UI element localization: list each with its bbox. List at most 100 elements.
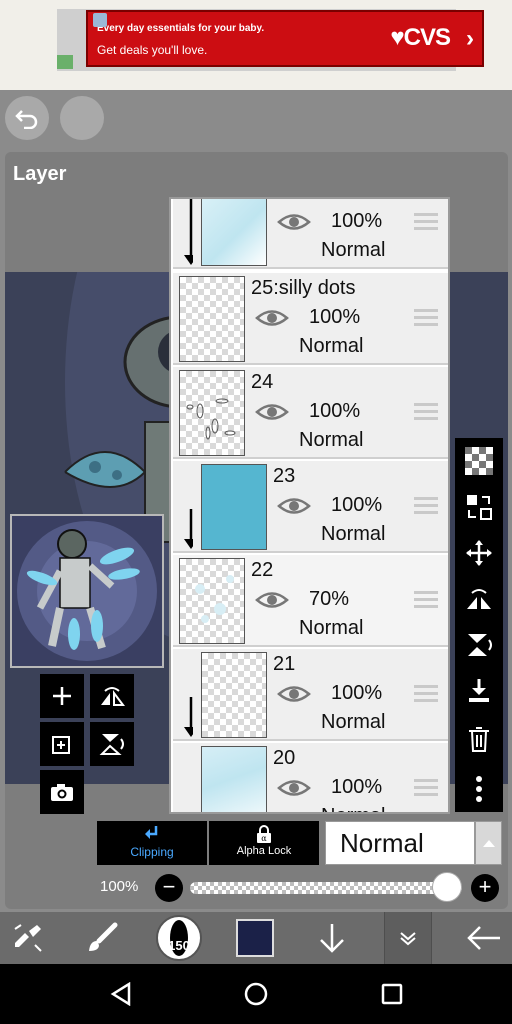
- layer-name: 22: [251, 559, 274, 581]
- nav-home-button[interactable]: [241, 979, 271, 1009]
- alpha-lock-label: Alpha Lock: [236, 845, 292, 857]
- eye-icon[interactable]: [277, 771, 311, 805]
- eye-icon[interactable]: [277, 677, 311, 711]
- layer-blend-mode: Normal: [321, 239, 386, 261]
- ad-arrow-icon: ›: [466, 25, 474, 52]
- layer-opacity: 100%: [331, 682, 383, 704]
- layer-opacity: 100%: [331, 776, 383, 798]
- eye-icon[interactable]: [277, 205, 311, 239]
- layer-blend-mode: Normal: [321, 805, 385, 812]
- layer-thumbnail[interactable]: [201, 652, 267, 738]
- clipping-button[interactable]: Clipping: [97, 821, 207, 865]
- layer-row[interactable]: 26 100% Normal: [173, 199, 448, 269]
- transparency-button[interactable]: [462, 444, 496, 478]
- ad-choices-icon[interactable]: [93, 13, 107, 27]
- flip-vertical-button[interactable]: [90, 722, 134, 766]
- brush-tool-button[interactable]: [80, 912, 124, 964]
- layer-row[interactable]: 24 100% Normal: [173, 367, 448, 459]
- ad-banner[interactable]: Every day essentials for your baby. Get …: [57, 9, 484, 71]
- layer-row[interactable]: 20 100% Normal: [173, 743, 448, 812]
- layer-row[interactable]: 23 100% Normal: [173, 461, 448, 553]
- back-button[interactable]: [5, 96, 49, 140]
- drag-handle-icon[interactable]: [414, 403, 438, 421]
- move-button[interactable]: [462, 536, 496, 570]
- opacity-minus-button[interactable]: −: [155, 874, 183, 902]
- camera-button[interactable]: [40, 770, 84, 814]
- clip-arrow-icon: [179, 461, 198, 558]
- brush-size-button[interactable]: 150: [156, 915, 202, 961]
- plus-icon: [53, 687, 71, 705]
- layer-thumbnail[interactable]: [179, 370, 245, 456]
- arrow-down-icon: [320, 924, 344, 953]
- blend-mode-select[interactable]: Normal: [325, 821, 475, 865]
- ad-info-icon[interactable]: [57, 55, 73, 69]
- layer-row[interactable]: 25:silly dots 100% Normal: [173, 273, 448, 365]
- opacity-plus-button[interactable]: +: [471, 874, 499, 902]
- eye-icon[interactable]: [255, 583, 289, 617]
- drag-handle-icon[interactable]: [414, 213, 438, 231]
- nav-recents-button[interactable]: [377, 979, 407, 1009]
- ad-content[interactable]: Every day essentials for your baby. Get …: [86, 10, 484, 67]
- redo-button[interactable]: [60, 96, 104, 140]
- eye-icon[interactable]: [277, 489, 311, 523]
- layer-transform-button[interactable]: [462, 490, 496, 524]
- color-swatch[interactable]: [236, 919, 274, 957]
- layer-name: 26: [273, 199, 295, 204]
- add-layer-icon: [52, 736, 70, 754]
- merge-down-button[interactable]: [462, 674, 496, 708]
- layer-thumbnail[interactable]: [201, 199, 267, 266]
- drag-handle-icon[interactable]: [414, 497, 438, 515]
- triangle-back-icon: [110, 982, 131, 1006]
- layer-list[interactable]: 26 100% Normal 25:silly dots 100% Normal 24 100…: [169, 197, 450, 814]
- clip-arrow-icon: [179, 199, 198, 274]
- panel-title: Layer: [13, 163, 67, 185]
- layer-name: 20: [273, 747, 296, 769]
- layers-dropdown-button[interactable]: [384, 912, 432, 964]
- brush-icon: [89, 922, 118, 951]
- layer-transform-icon: [467, 495, 492, 520]
- alpha-lock-button[interactable]: α Alpha Lock: [209, 821, 319, 865]
- layer-down-button[interactable]: [310, 912, 354, 964]
- flip-icon: [101, 687, 125, 706]
- add-layer-button[interactable]: [40, 674, 84, 718]
- layer-name: 23: [273, 465, 296, 487]
- canvas-thumbnail[interactable]: [10, 514, 164, 668]
- copy-layer-button[interactable]: [40, 722, 84, 766]
- layer-blend-mode: Normal: [299, 335, 364, 357]
- back-arrow-button[interactable]: [460, 912, 508, 964]
- layer-row[interactable]: 22 70% Normal: [173, 555, 448, 647]
- drag-handle-icon[interactable]: [414, 685, 438, 703]
- more-button[interactable]: [462, 772, 496, 806]
- thumbnail-art: [17, 521, 157, 661]
- opacity-slider[interactable]: [190, 882, 462, 894]
- opacity-slider-handle[interactable]: [432, 872, 462, 902]
- layer-thumbnail[interactable]: [201, 464, 267, 550]
- layer-thumbnail[interactable]: [201, 746, 267, 812]
- layer-thumbnail[interactable]: [179, 558, 245, 644]
- layer-opacity: 70%: [309, 588, 350, 610]
- eye-icon[interactable]: [255, 395, 289, 429]
- layer-thumbnail[interactable]: [179, 276, 245, 362]
- lock-icon: α: [257, 825, 271, 843]
- svg-text:α: α: [261, 834, 267, 843]
- layer-opacity: 100%: [331, 494, 383, 516]
- flip-vertical-right-button[interactable]: [462, 628, 496, 662]
- blend-mode-dropdown[interactable]: [475, 821, 502, 865]
- flip-horizontal-button[interactable]: [462, 582, 496, 616]
- camera-icon: [51, 784, 73, 801]
- tool-switch-button[interactable]: [6, 912, 50, 964]
- drag-handle-icon[interactable]: [414, 309, 438, 327]
- drag-handle-icon[interactable]: [414, 591, 438, 609]
- mirror-button[interactable]: [90, 674, 134, 718]
- merge-down-icon: [469, 679, 489, 702]
- move-icon: [466, 540, 492, 566]
- drag-handle-icon[interactable]: [414, 779, 438, 797]
- delete-layer-button[interactable]: [462, 722, 496, 756]
- brush-size-value: 150: [168, 937, 190, 953]
- nav-back-button[interactable]: [106, 979, 136, 1009]
- flip-vertical-icon: [468, 634, 492, 656]
- ad-brand: ♥CVS: [390, 24, 451, 51]
- eye-icon[interactable]: [255, 301, 289, 335]
- layer-opacity: 100%: [309, 400, 361, 422]
- layer-row[interactable]: 21 100% Normal: [173, 649, 448, 741]
